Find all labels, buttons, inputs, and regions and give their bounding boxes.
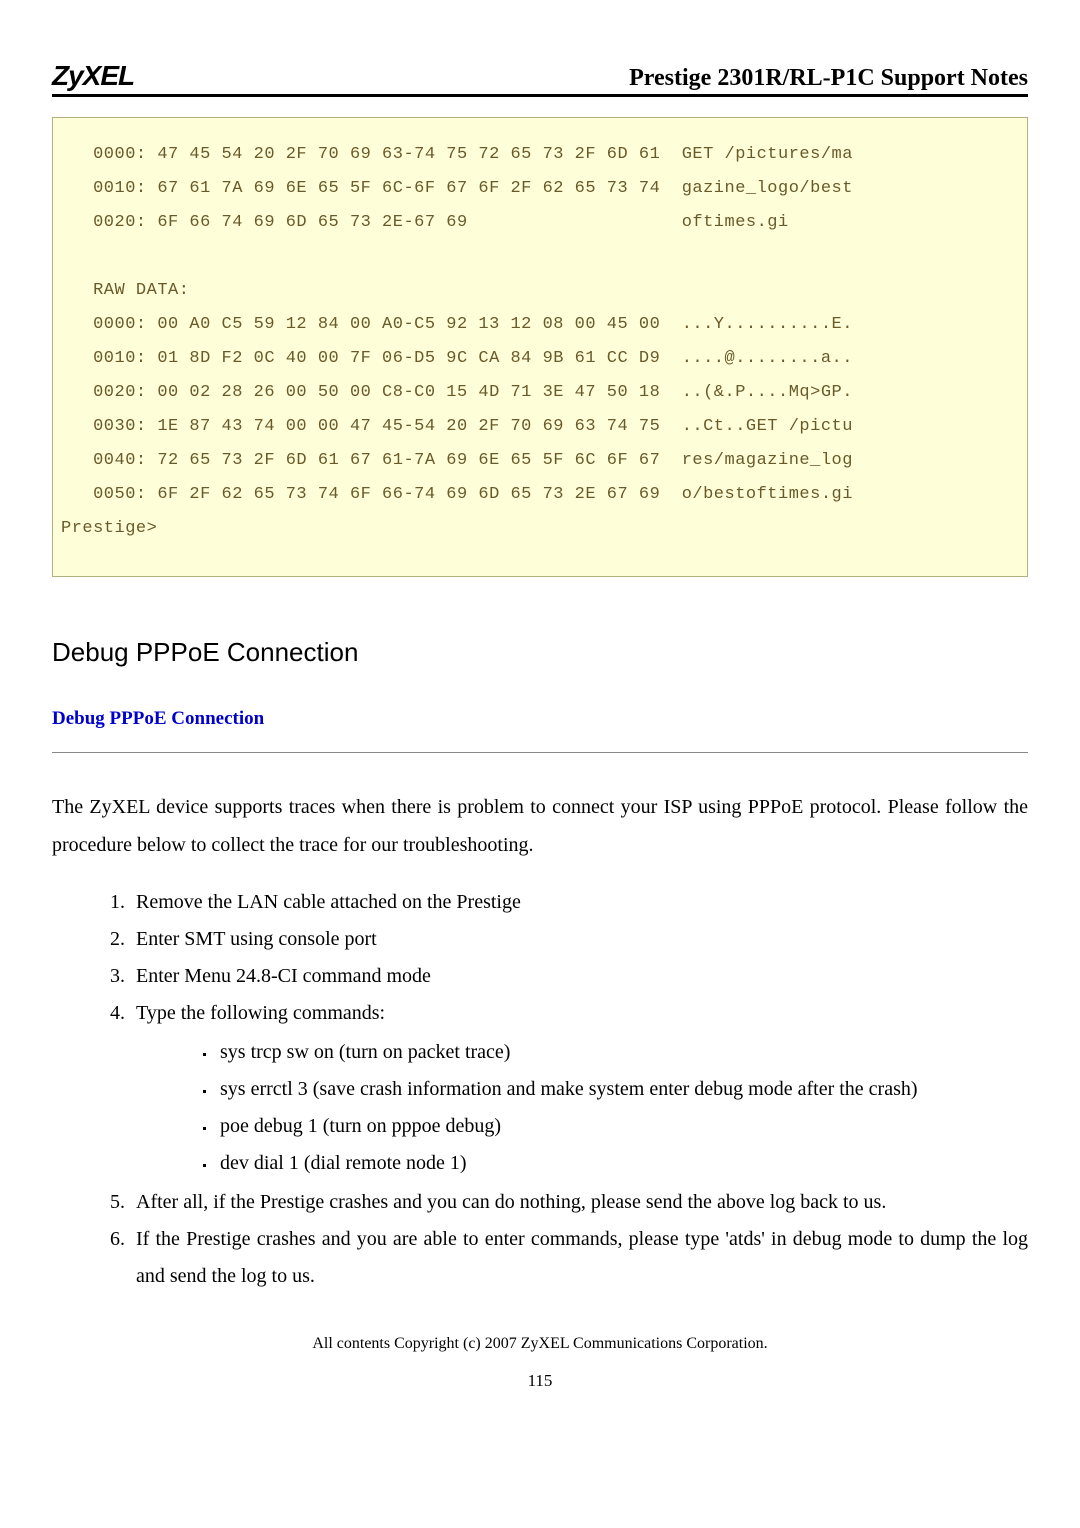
page-number: 115 xyxy=(52,1371,1028,1391)
step-item: Remove the LAN cable attached on the Pre… xyxy=(130,884,1028,921)
page-container: ZyXEL Prestige 2301R/RL-P1C Support Note… xyxy=(0,0,1080,1431)
sub-command-item: sys trcp sw on (turn on packet trace) xyxy=(216,1034,1028,1071)
step-item: After all, if the Prestige crashes and y… xyxy=(130,1184,1028,1221)
sub-command-list: sys trcp sw on (turn on packet trace) sy… xyxy=(136,1034,1028,1182)
step-item: Type the following commands: sys trcp sw… xyxy=(130,995,1028,1182)
sub-command-item: dev dial 1 (dial remote node 1) xyxy=(216,1145,1028,1182)
page-header: ZyXEL Prestige 2301R/RL-P1C Support Note… xyxy=(52,60,1028,97)
intro-paragraph: The ZyXEL device supports traces when th… xyxy=(52,788,1028,864)
brand-logo: ZyXEL xyxy=(52,60,134,92)
step-item: Enter SMT using console port xyxy=(130,921,1028,958)
steps-list: Remove the LAN cable attached on the Pre… xyxy=(52,884,1028,1295)
topic-link[interactable]: Debug PPPoE Connection xyxy=(52,708,1028,730)
sub-command-item: sys errctl 3 (save crash information and… xyxy=(216,1071,1028,1108)
sub-command-item: poe debug 1 (turn on pppoe debug) xyxy=(216,1108,1028,1145)
step-item-label: Type the following commands: xyxy=(136,1002,385,1024)
document-title: Prestige 2301R/RL-P1C Support Notes xyxy=(629,65,1028,92)
step-item: If the Prestige crashes and you are able… xyxy=(130,1221,1028,1295)
copyright-footer: All contents Copyright (c) 2007 ZyXEL Co… xyxy=(52,1335,1028,1353)
separator-line xyxy=(52,752,1028,753)
hex-dump-block: 0000: 47 45 54 20 2F 70 69 63-74 75 72 6… xyxy=(52,117,1028,577)
step-item: Enter Menu 24.8-CI command mode xyxy=(130,958,1028,995)
section-heading: Debug PPPoE Connection xyxy=(52,637,1028,668)
